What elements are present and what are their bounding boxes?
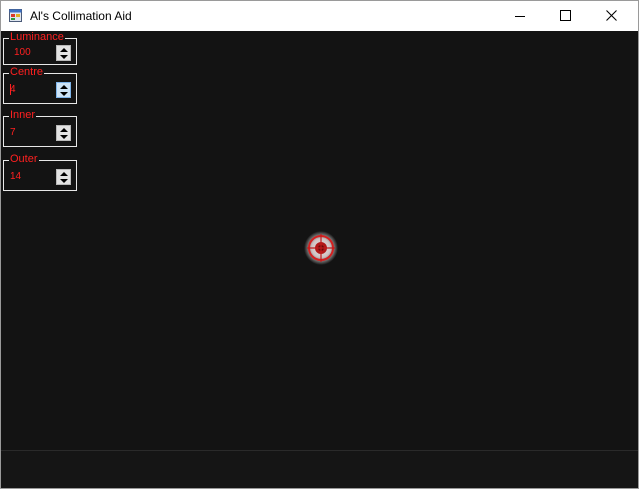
inner-group: Inner 7 <box>3 109 77 147</box>
spin-up-icon[interactable] <box>60 172 68 176</box>
centre-stepper[interactable]: 4 <box>8 82 72 99</box>
outer-spin-buttons[interactable] <box>56 169 71 185</box>
app-window-icon <box>9 9 22 22</box>
status-strip <box>1 450 638 488</box>
spin-down-icon[interactable] <box>60 55 68 59</box>
spin-down-icon[interactable] <box>60 92 68 96</box>
maximize-button[interactable] <box>543 1 589 31</box>
outer-group: Outer 14 <box>3 153 77 191</box>
luminance-group: Luminance 100 <box>3 31 77 65</box>
title-bar[interactable]: Al's Collimation Aid <box>1 1 638 31</box>
centre-value[interactable]: 4 <box>10 83 16 97</box>
centre-label: Centre <box>9 66 45 79</box>
spin-up-icon[interactable] <box>60 85 68 89</box>
inner-label: Inner <box>9 109 37 122</box>
luminance-spin-buttons[interactable] <box>56 45 71 61</box>
window-title: Al's Collimation Aid <box>30 9 132 23</box>
spin-down-icon[interactable] <box>60 179 68 183</box>
minimize-icon <box>515 16 525 17</box>
spin-down-icon[interactable] <box>60 135 68 139</box>
luminance-label: Luminance <box>9 31 65 44</box>
inner-value[interactable]: 7 <box>10 126 16 140</box>
centre-group: Centre 4 <box>3 66 77 104</box>
close-button[interactable] <box>589 1 635 31</box>
inner-spin-buttons[interactable] <box>56 125 71 141</box>
collimation-canvas: Luminance 100 Centre 4 Inner 7 Outer 14 <box>1 31 638 488</box>
outer-label: Outer <box>9 153 39 166</box>
luminance-stepper[interactable]: 100 <box>8 45 72 62</box>
minimize-button[interactable] <box>497 1 543 31</box>
luminance-value[interactable]: 100 <box>14 46 31 60</box>
centre-spin-buttons[interactable] <box>56 82 71 98</box>
app-window: Al's Collimation Aid Luminance 100 Centr… <box>0 0 639 489</box>
outer-stepper[interactable]: 14 <box>8 169 72 186</box>
maximize-icon <box>560 10 571 21</box>
inner-stepper[interactable]: 7 <box>8 125 72 142</box>
collimation-target <box>304 231 338 265</box>
outer-value[interactable]: 14 <box>10 170 21 184</box>
spin-up-icon[interactable] <box>60 128 68 132</box>
spin-up-icon[interactable] <box>60 48 68 52</box>
close-icon <box>606 10 617 21</box>
